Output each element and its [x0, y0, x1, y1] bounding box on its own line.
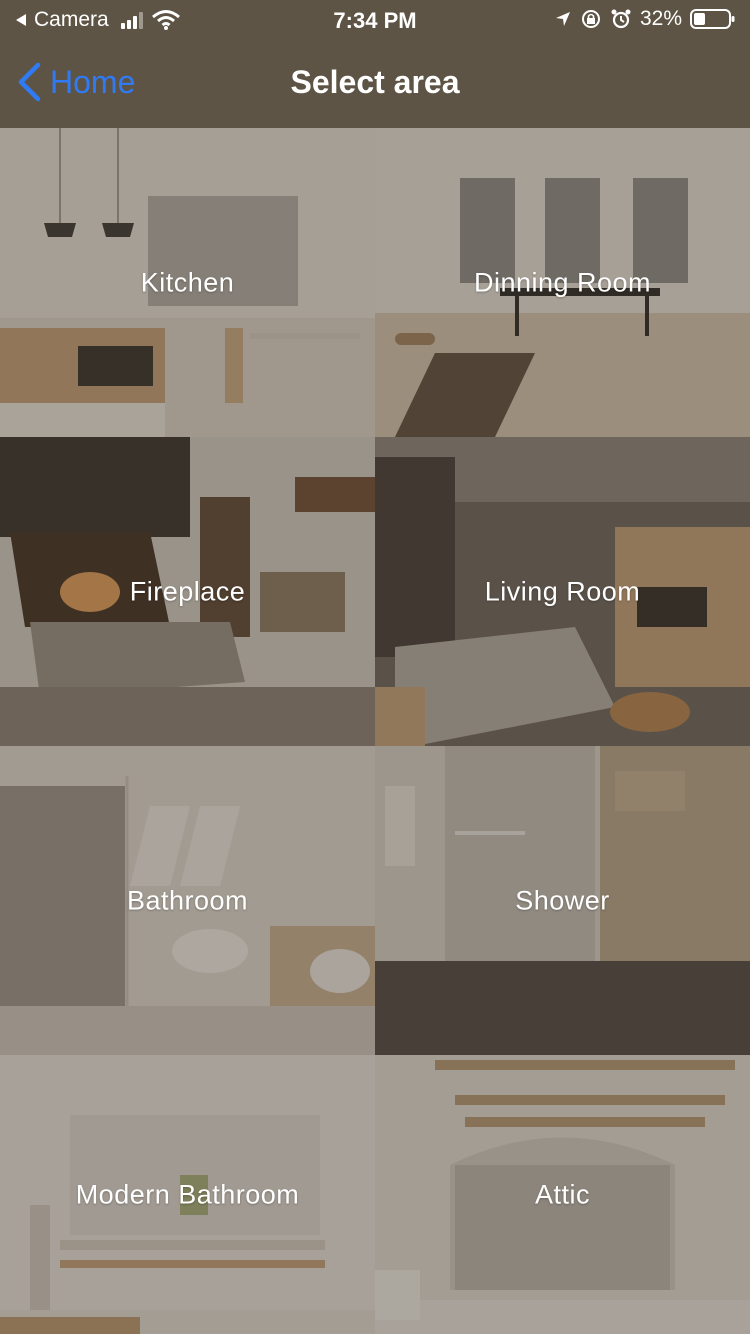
alarm-icon — [611, 9, 631, 29]
battery-icon — [690, 9, 735, 29]
area-tile-living-room[interactable]: Living Room — [375, 437, 750, 746]
area-label: Shower — [515, 885, 610, 915]
area-tile-shower[interactable]: Shower — [375, 746, 750, 1055]
status-bar: Camera 7:34 PM 32% — [0, 0, 750, 40]
area-label: Kitchen — [140, 267, 235, 297]
area-label: Living Room — [484, 576, 641, 606]
area-grid: Kitchen Dinning Room Fireplace Living Ro… — [0, 128, 750, 1334]
battery-percent: 32% — [639, 7, 682, 30]
area-label: Bathroom — [126, 885, 249, 915]
area-tile-bathroom[interactable]: Bathroom — [0, 746, 375, 1055]
area-tile-modern-bathroom[interactable]: Modern Bathroom — [0, 1055, 375, 1334]
page-title: Select area — [290, 64, 460, 100]
area-label: Fireplace — [129, 576, 246, 606]
area-tile-fireplace[interactable]: Fireplace — [0, 437, 375, 746]
orientation-lock-icon — [581, 10, 600, 28]
navigation-bar: Home Select area — [0, 40, 750, 128]
area-tile-dinning-room[interactable]: Dinning Room — [375, 128, 750, 437]
area-label: Attic — [534, 1179, 590, 1209]
top-bar: Camera 7:34 PM 32% Home Select area — [0, 0, 750, 128]
area-label: Dinning Room — [473, 267, 652, 297]
location-icon — [555, 12, 570, 26]
area-tile-kitchen[interactable]: Kitchen — [0, 128, 375, 437]
area-label: Modern Bathroom — [75, 1179, 300, 1209]
status-right: 32% — [554, 7, 736, 31]
area-tile-attic[interactable]: Attic — [375, 1055, 750, 1334]
